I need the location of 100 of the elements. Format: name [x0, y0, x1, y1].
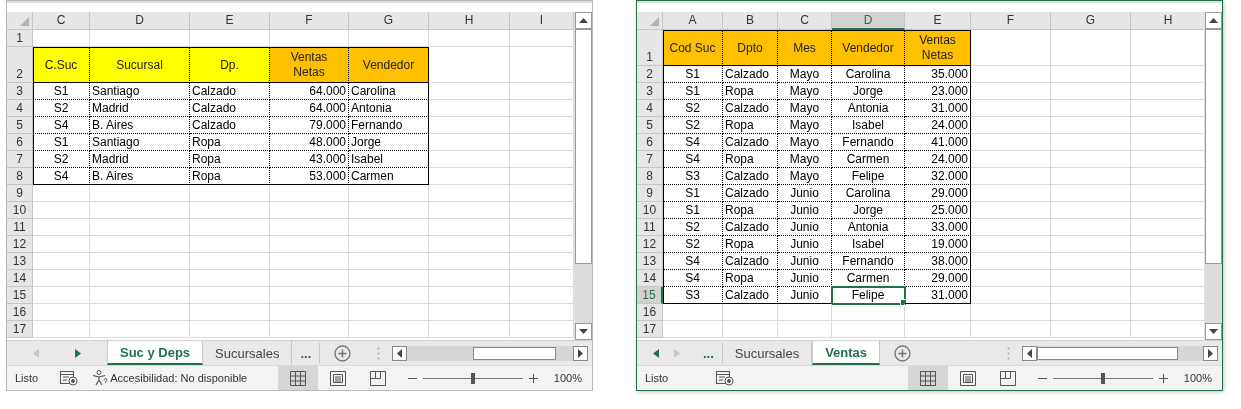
- scroll-down-icon[interactable]: [579, 329, 588, 334]
- row-number[interactable]: 13: [7, 253, 33, 270]
- previous-sheet-icon[interactable]: [652, 348, 659, 358]
- row-number[interactable]: 6: [637, 134, 663, 151]
- table-cell: 31.000: [905, 287, 971, 304]
- row-number[interactable]: 3: [637, 83, 663, 100]
- row-number[interactable]: 14: [637, 270, 663, 287]
- accessibility-status[interactable]: Accesibilidad: No disponible: [110, 372, 248, 384]
- fill-handle[interactable]: [900, 299, 907, 306]
- row-number[interactable]: 5: [637, 117, 663, 134]
- column-header[interactable]: D: [832, 12, 905, 30]
- table-cell: Felipe: [832, 168, 905, 185]
- status-text: Listo: [15, 372, 39, 384]
- table-cell: Felipe: [832, 287, 905, 304]
- row-number[interactable]: 10: [637, 202, 663, 219]
- scroll-left-icon[interactable]: [1027, 348, 1032, 358]
- row-number[interactable]: 7: [637, 151, 663, 168]
- more-sheets-button[interactable]: ...: [695, 343, 723, 363]
- empty-cell: [778, 321, 832, 338]
- row-number[interactable]: 1: [7, 30, 33, 47]
- row-number[interactable]: 17: [7, 321, 33, 338]
- table-cell: Junio: [778, 185, 832, 202]
- zoom-slider-thumb[interactable]: [1100, 372, 1105, 384]
- row-number[interactable]: 6: [7, 134, 33, 151]
- next-sheet-icon[interactable]: [75, 348, 81, 358]
- row-number[interactable]: 12: [7, 236, 33, 253]
- row-number[interactable]: 10: [7, 202, 33, 219]
- normal-view-button[interactable]: [907, 366, 948, 390]
- zoom-slider-thumb[interactable]: [470, 372, 475, 384]
- table-cell: Antonia: [349, 100, 429, 117]
- table-cell: S1: [663, 66, 723, 83]
- table-cell: 48.000: [270, 134, 349, 151]
- table-cell: 24.000: [905, 117, 971, 134]
- table-cell: Fernando: [349, 117, 429, 134]
- more-sheets-button[interactable]: ...: [292, 343, 321, 363]
- add-sheet-icon[interactable]: [334, 344, 352, 362]
- row-number[interactable]: 8: [637, 168, 663, 185]
- table-cell: Ropa: [723, 202, 778, 219]
- table-cell: Madrid: [90, 100, 190, 117]
- row-number[interactable]: 17: [637, 321, 663, 338]
- row-number[interactable]: 8: [7, 168, 33, 185]
- accessibility-icon[interactable]: [92, 370, 109, 386]
- normal-view-button[interactable]: [277, 366, 318, 390]
- table-cell: Santiago: [90, 134, 190, 151]
- row-number[interactable]: 12: [637, 236, 663, 253]
- macro-recording-icon[interactable]: [60, 370, 79, 386]
- zoom-in-icon[interactable]: [1158, 373, 1168, 383]
- row-number[interactable]: 16: [7, 304, 33, 321]
- table-cell: Junio: [778, 202, 832, 219]
- table-cell: Carolina: [349, 83, 429, 100]
- zoom-in-icon[interactable]: [528, 373, 538, 383]
- row-number[interactable]: 2: [637, 66, 663, 83]
- sheet-tab[interactable]: Suc y Deps: [107, 341, 204, 365]
- row-number[interactable]: 14: [7, 270, 33, 287]
- zoom-level[interactable]: 100%: [1183, 372, 1212, 384]
- column-header[interactable]: E: [190, 12, 270, 30]
- row-number[interactable]: 9: [7, 185, 33, 202]
- table-cell: Calzado: [723, 66, 778, 83]
- row-number[interactable]: 16: [637, 304, 663, 321]
- row-number[interactable]: 1: [637, 30, 663, 66]
- table-cell: 24.000: [905, 151, 971, 168]
- row-number[interactable]: 13: [637, 253, 663, 270]
- column-header[interactable]: G: [1051, 12, 1131, 30]
- table-cell: 53.000: [270, 168, 349, 185]
- row-number[interactable]: 15: [637, 287, 663, 304]
- column-header[interactable]: D: [90, 12, 190, 30]
- scroll-down-icon[interactable]: [1209, 329, 1218, 334]
- scroll-right-icon[interactable]: [1208, 348, 1213, 358]
- vertical-scrollbar[interactable]: [1204, 12, 1222, 340]
- table-cell: Fernando: [832, 134, 905, 151]
- row-number[interactable]: 3: [7, 83, 33, 100]
- macro-recording-icon[interactable]: [716, 370, 735, 386]
- column-heading: Ventas Netas: [270, 47, 349, 83]
- scroll-up-icon[interactable]: [1209, 18, 1218, 23]
- row-number[interactable]: 7: [7, 151, 33, 168]
- table-cell: S2: [663, 117, 723, 134]
- row-number[interactable]: 11: [7, 219, 33, 236]
- row-number[interactable]: 5: [7, 117, 33, 134]
- table-cell: Carmen: [832, 270, 905, 287]
- zoom-level[interactable]: 100%: [553, 372, 582, 384]
- vertical-scrollbar[interactable]: [574, 12, 592, 340]
- scroll-up-icon[interactable]: [579, 18, 588, 23]
- table-cell: S2: [663, 236, 723, 253]
- row-number[interactable]: 2: [7, 47, 33, 83]
- column-header[interactable]: F: [270, 12, 349, 30]
- scroll-right-icon[interactable]: [578, 348, 583, 358]
- column-header[interactable]: F: [971, 12, 1051, 30]
- row-number[interactable]: 11: [637, 219, 663, 236]
- row-number[interactable]: 15: [7, 287, 33, 304]
- table-cell: Ropa: [190, 134, 270, 151]
- add-sheet-icon[interactable]: [894, 344, 912, 362]
- scroll-left-icon[interactable]: [397, 348, 402, 358]
- row-number[interactable]: 4: [637, 100, 663, 117]
- sheet-tab[interactable]: Ventas: [812, 341, 881, 365]
- column-header[interactable]: C: [33, 12, 90, 30]
- column-header[interactable]: H: [429, 12, 510, 30]
- row-number[interactable]: 9: [637, 185, 663, 202]
- table-cell: Mayo: [778, 117, 832, 134]
- column-header[interactable]: G: [349, 12, 429, 30]
- row-number[interactable]: 4: [7, 100, 33, 117]
